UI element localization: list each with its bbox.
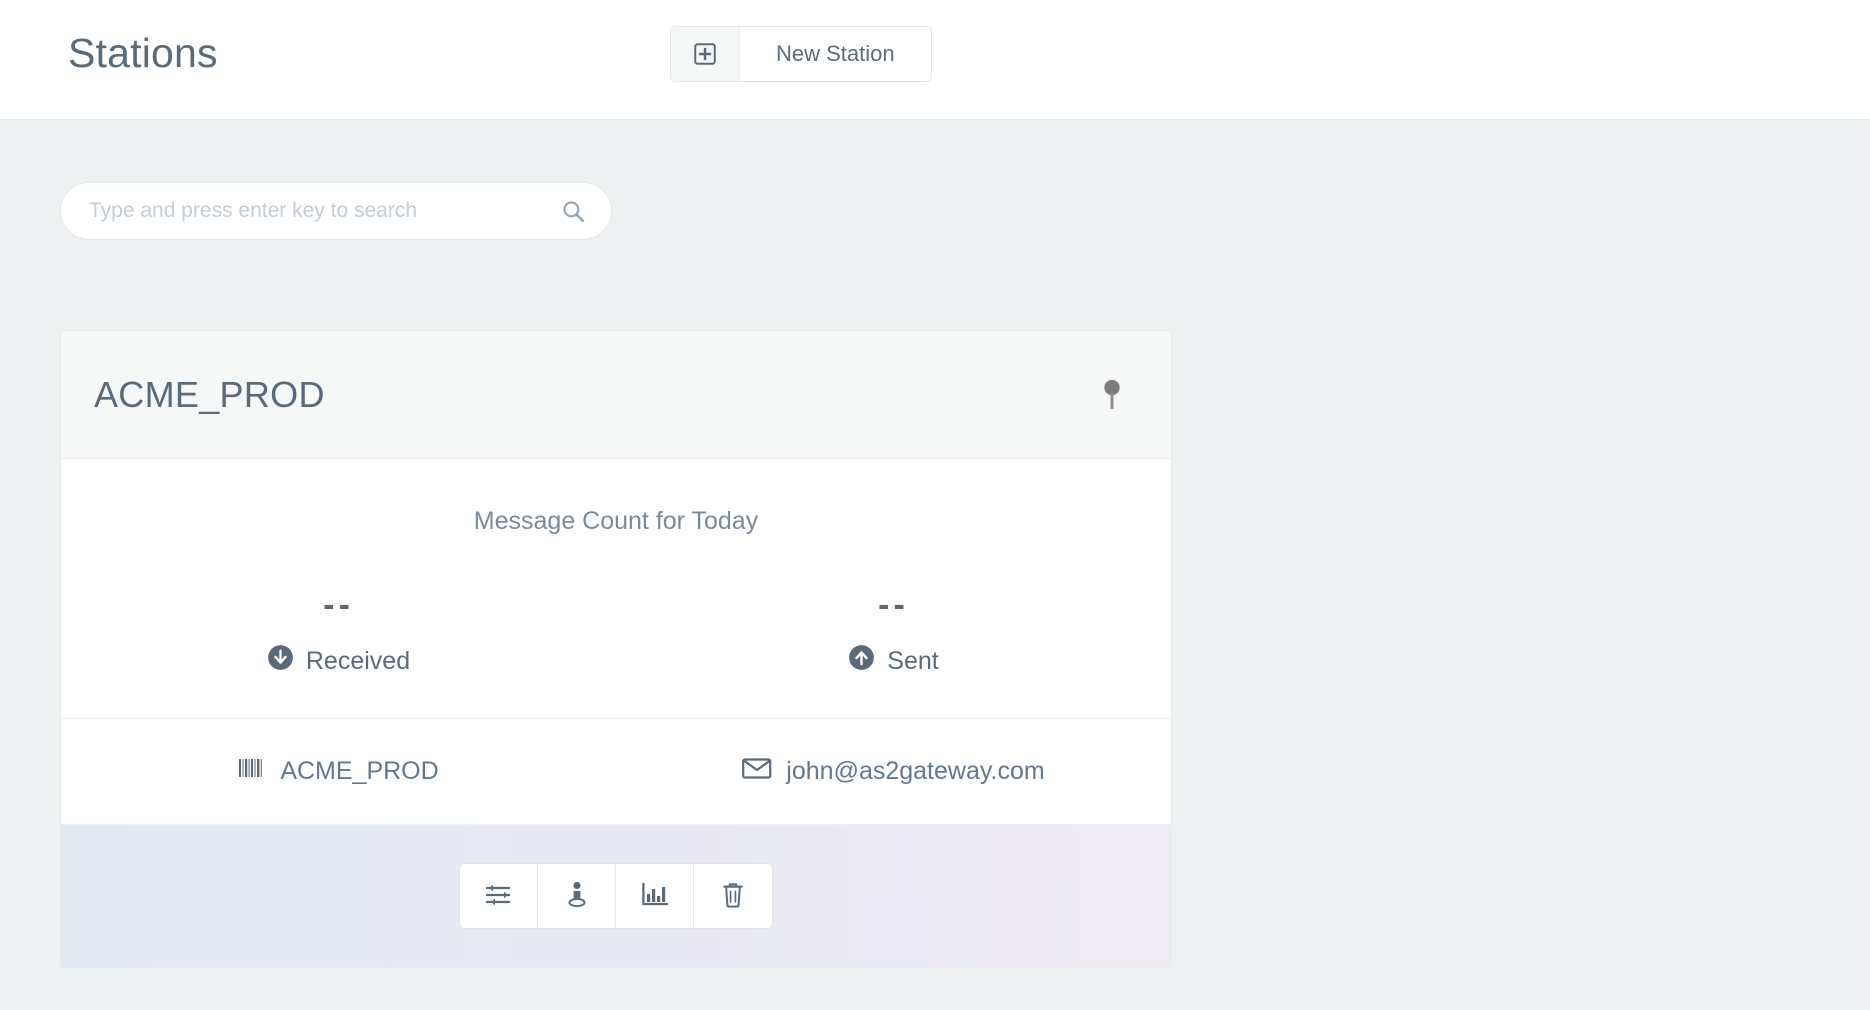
sliders-icon xyxy=(484,882,514,911)
station-card-header: ACME_PROD xyxy=(61,331,1171,459)
station-partner-button[interactable] xyxy=(538,864,616,928)
page-title: Stations xyxy=(68,30,218,76)
stat-received: -- Received xyxy=(61,588,616,678)
sent-label-group: Sent xyxy=(848,644,939,678)
received-label-group: Received xyxy=(267,644,410,678)
message-stats: -- Received -- Sent xyxy=(61,588,1171,678)
station-name: ACME_PROD xyxy=(94,373,325,415)
map-pin-icon[interactable] xyxy=(1099,378,1125,412)
stat-sent: -- Sent xyxy=(616,588,1171,678)
arrow-up-circle-icon xyxy=(848,644,875,678)
station-statistics-button[interactable] xyxy=(616,864,694,928)
station-card: ACME_PROD Message Count for Today -- Rec… xyxy=(60,330,1172,968)
trash-icon xyxy=(720,881,746,912)
station-settings-button[interactable] xyxy=(460,864,538,928)
arrow-down-circle-icon xyxy=(267,644,294,678)
sent-label: Sent xyxy=(887,646,939,675)
station-delete-button[interactable] xyxy=(694,864,772,928)
station-card-meta: ACME_PROD john@as2gateway.com xyxy=(61,719,1171,825)
envelope-icon xyxy=(742,756,772,787)
barcode-icon xyxy=(238,755,266,788)
station-card-footer xyxy=(61,825,1171,967)
station-action-buttons xyxy=(459,863,773,929)
received-label: Received xyxy=(305,646,411,675)
new-station-button[interactable]: New Station xyxy=(670,26,932,82)
plus-square-icon xyxy=(671,27,740,81)
top-bar: Stations New Station xyxy=(0,0,1870,120)
station-id-value: ACME_PROD xyxy=(280,757,439,785)
search-input[interactable] xyxy=(60,182,612,240)
message-count-label: Message Count for Today xyxy=(473,507,759,535)
station-email-group: john@as2gateway.com xyxy=(616,755,1171,788)
station-email-value: john@as2gateway.com xyxy=(786,757,1045,785)
sent-value: -- xyxy=(878,586,909,624)
new-station-button-label: New Station xyxy=(776,41,895,66)
station-card-body: Message Count for Today -- Received -- S… xyxy=(61,459,1171,719)
bar-chart-icon xyxy=(641,882,669,911)
received-value: -- xyxy=(323,586,354,624)
person-location-icon xyxy=(563,880,591,913)
search-icon[interactable] xyxy=(560,198,586,224)
station-id-group: ACME_PROD xyxy=(61,755,616,788)
search-bar xyxy=(60,182,612,240)
